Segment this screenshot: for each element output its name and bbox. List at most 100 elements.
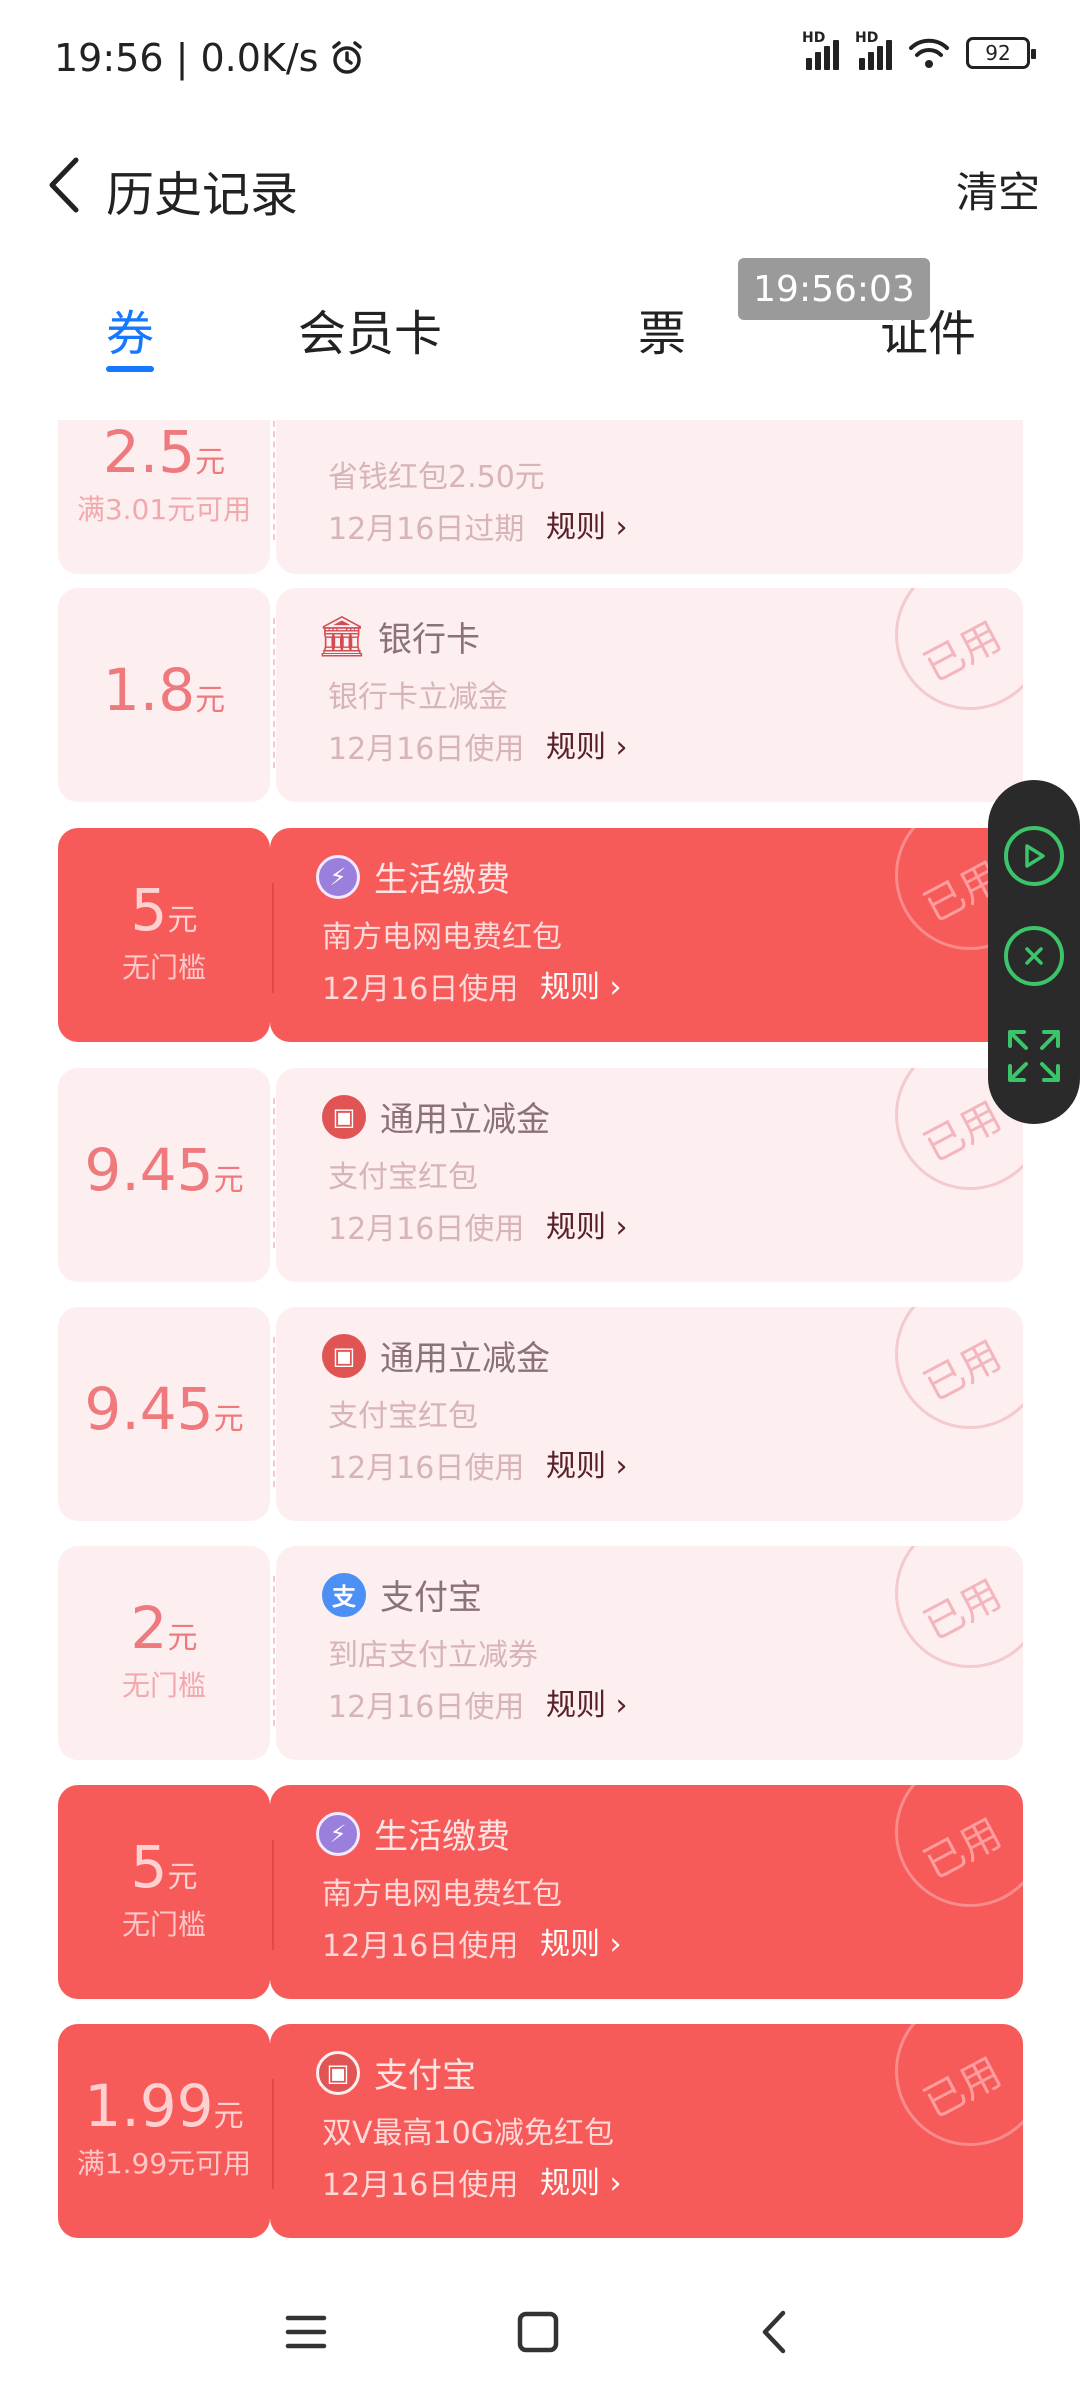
coupon-card[interactable]: 5元 无门槛 ⚡ 生活缴费 南方电网电费红包 12月16日使用 规则 › 已用 [58, 1785, 1023, 1999]
coupon-amount-panel: 5元 无门槛 [58, 828, 270, 1042]
coupon-date: 12月16日使用 [328, 732, 525, 767]
coupon-date: 12月16日使用 [322, 972, 519, 1007]
chevron-right-icon: › [615, 1449, 628, 1484]
coupon-amount: 2.5元 [102, 420, 226, 486]
coupon-info-panel: ⚡ 生活缴费 南方电网电费红包 12月16日使用 规则 › 已用 [270, 1785, 1023, 1999]
rule-link[interactable]: 规则 › [546, 1202, 628, 1246]
coupon-date: 12月16日使用 [328, 1212, 525, 1247]
coupon-info-panel: 🏛 银行卡 银行卡立减金 12月16日使用 规则 › 已用 [276, 588, 1023, 802]
coupon-card[interactable]: 2.5元 满3.01元可用 省钱红包2.50元 12月16日过期 规则 › [58, 420, 1023, 574]
chevron-left-icon [49, 157, 79, 213]
coupon-card[interactable]: 5元 无门槛 ⚡ 生活缴费 南方电网电费红包 12月16日使用 规则 › 已用 [58, 828, 1023, 1042]
close-button[interactable] [1004, 926, 1064, 986]
rule-link[interactable]: 规则 › [540, 1919, 622, 1963]
lightning-icon: ⚡ [316, 854, 360, 899]
tab-tickets[interactable]: 票 [638, 294, 686, 364]
page-title: 历史记录 [106, 167, 299, 223]
coupon-condition: 满3.01元可用 [76, 493, 252, 526]
play-icon [1025, 844, 1045, 868]
coupon-condition: 无门槛 [121, 951, 206, 984]
rule-link[interactable]: 规则 › [540, 962, 622, 1006]
home-square-icon [517, 2311, 559, 2353]
coupon-amount-panel: 9.45元 [58, 1307, 270, 1521]
coupon-card[interactable]: 1.99元 满1.99元可用 ▣ 支付宝 双V最高10G减免红包 12月16日使… [58, 2024, 1023, 2238]
coupon-amount: 9.45元 [84, 1136, 244, 1204]
coupon-info-panel: ▣ 通用立减金 支付宝红包 12月16日使用 规则 › 已用 [276, 1307, 1023, 1521]
coupon-date: 12月16日使用 [328, 1451, 525, 1486]
coupon-category: ⚡ 生活缴费 [316, 852, 510, 901]
alarm-icon [332, 41, 363, 74]
status-bar: 19:56 | 0.0K/s HD HD 92 [0, 0, 1080, 125]
rule-link[interactable]: 规则 › [546, 502, 628, 546]
time-overlay-badge: 19:56:03 [738, 258, 930, 320]
coupon-category: ⚡ 生活缴费 [316, 1809, 510, 1858]
coupon-category: ▣ 通用立减金 [322, 1331, 550, 1380]
coupon-desc: 到店支付立减券 [328, 1638, 538, 1673]
coupon-list[interactable]: 2.5元 满3.01元可用 省钱红包2.50元 12月16日过期 规则 › 1.… [0, 420, 1080, 2260]
rule-link[interactable]: 规则 › [546, 722, 628, 766]
close-icon [1025, 947, 1043, 965]
chevron-right-icon: › [615, 1688, 628, 1723]
nav-back-button[interactable] [744, 2302, 804, 2362]
coupon-info-panel: ▣ 支付宝 双V最高10G减免红包 12月16日使用 规则 › 已用 [270, 2024, 1023, 2238]
coupon-category: 🏛 银行卡 [316, 614, 480, 660]
tab-coupons[interactable]: 券 [106, 294, 154, 364]
used-stamp: 已用 [895, 2024, 1023, 2146]
tab-member-cards[interactable]: 会员卡 [298, 294, 442, 364]
system-nav-bar [0, 2262, 1080, 2400]
coupon-desc: 南方电网电费红包 [322, 1877, 562, 1912]
coupon-desc: 银行卡立减金 [328, 680, 508, 715]
status-time: 19:56 | 0.0K/s [54, 36, 319, 80]
coupon-date: 12月16日使用 [322, 2168, 519, 2203]
tab-active-indicator [106, 366, 154, 372]
play-button[interactable] [1004, 826, 1064, 886]
coupon-card[interactable]: 2元 无门槛 支 支付宝 到店支付立减券 12月16日使用 规则 › 已用 [58, 1546, 1023, 1760]
coupon-category: 支 支付宝 [322, 1570, 482, 1619]
coupon-amount-panel: 2.5元 满3.01元可用 [58, 420, 270, 574]
coupon-card[interactable]: 9.45元 ▣ 通用立减金 支付宝红包 12月16日使用 规则 › 已用 [58, 1068, 1023, 1282]
chevron-right-icon: › [615, 1210, 628, 1245]
coupon-amount-panel: 2元 无门槛 [58, 1546, 270, 1760]
coupon-amount: 1.8元 [102, 656, 226, 724]
coupon-amount: 5元 [130, 1833, 198, 1901]
coupon-date: 12月16日使用 [322, 1929, 519, 1964]
coupon-amount-panel: 1.99元 满1.99元可用 [58, 2024, 270, 2238]
signal-icon: HD [802, 30, 839, 70]
coupon-desc: 支付宝红包 [328, 1160, 478, 1195]
header: 历史记录 清空 [0, 125, 1080, 245]
used-stamp: 已用 [895, 1785, 1023, 1907]
chevron-right-icon: › [615, 510, 628, 545]
coupon-amount: 9.45元 [84, 1375, 244, 1443]
menu-button[interactable] [276, 2302, 336, 2362]
coupon-condition: 无门槛 [121, 1908, 206, 1941]
home-button[interactable] [508, 2302, 568, 2362]
coupon-desc: 省钱红包2.50元 [328, 460, 545, 495]
bank-icon: 🏛 [316, 614, 368, 660]
battery-icon: 92 [966, 37, 1036, 69]
coupon-info-panel: 支 支付宝 到店支付立减券 12月16日使用 规则 › 已用 [276, 1546, 1023, 1760]
coupon-amount-panel: 5元 无门槛 [58, 1785, 270, 1999]
coupon-amount-panel: 9.45元 [58, 1068, 270, 1282]
used-stamp: 已用 [895, 1546, 1023, 1668]
used-stamp: 已用 [895, 1307, 1023, 1429]
status-right: HD HD 92 [802, 30, 1036, 70]
coupon-card[interactable]: 1.8元 🏛 银行卡 银行卡立减金 12月16日使用 规则 › 已用 [58, 588, 1023, 802]
alipay-icon: 支 [322, 1572, 366, 1617]
used-stamp: 已用 [895, 588, 1023, 710]
coupon-category: ▣ 支付宝 [316, 2048, 476, 2097]
chevron-right-icon: › [609, 970, 622, 1005]
back-button[interactable] [34, 153, 94, 217]
red-envelope-icon: ▣ [322, 1094, 366, 1139]
signal-icon-2: HD [855, 30, 892, 70]
rule-link[interactable]: 规则 › [540, 2158, 622, 2202]
rule-link[interactable]: 规则 › [546, 1680, 628, 1724]
coupon-info-panel: ⚡ 生活缴费 南方电网电费红包 12月16日使用 规则 › 已用 [270, 828, 1023, 1042]
expand-button[interactable] [1004, 1026, 1064, 1086]
coupon-desc: 双V最高10G减免红包 [322, 2116, 614, 2151]
clear-button[interactable]: 清空 [956, 159, 1040, 220]
coupon-card[interactable]: 9.45元 ▣ 通用立减金 支付宝红包 12月16日使用 规则 › 已用 [58, 1307, 1023, 1521]
rule-link[interactable]: 规则 › [546, 1441, 628, 1485]
coupon-info-panel: ▣ 通用立减金 支付宝红包 12月16日使用 规则 › 已用 [276, 1068, 1023, 1282]
chevron-right-icon: › [609, 2166, 622, 2201]
expand-icon [1008, 1030, 1060, 1082]
